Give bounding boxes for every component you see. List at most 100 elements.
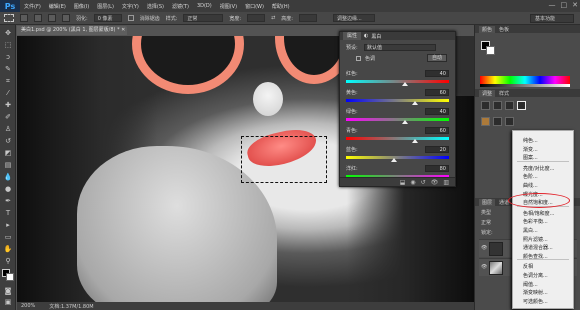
screen-mode-icon[interactable]: ▣ — [3, 298, 13, 307]
menu-item[interactable]: 渐变... — [523, 146, 538, 153]
minimize-button[interactable]: — — [549, 1, 556, 9]
slider-track[interactable] — [346, 99, 449, 102]
menu-view[interactable]: 视图(V) — [216, 3, 241, 10]
reset-icon[interactable]: ↺ — [421, 179, 426, 186]
dodge-tool-icon[interactable]: ● — [3, 185, 13, 194]
brightness-icon[interactable] — [481, 101, 490, 110]
menu-item[interactable]: 色彩平衡... — [523, 218, 548, 225]
marquee-selection[interactable] — [241, 136, 327, 183]
style-select[interactable]: 正常 — [183, 14, 224, 22]
feather-input[interactable]: 0 像素 — [93, 14, 122, 22]
gray-ramp[interactable] — [480, 84, 570, 87]
eraser-tool-icon[interactable]: ◩ — [3, 149, 13, 158]
menu-item[interactable]: 通道混合器... — [523, 244, 553, 251]
tab-swatches[interactable]: 色板 — [499, 26, 509, 33]
menu-item[interactable]: 纯色... — [523, 137, 538, 144]
visibility-icon[interactable]: 👁 — [431, 179, 439, 186]
color-spectrum[interactable] — [480, 76, 570, 84]
slider-thumb[interactable] — [412, 139, 418, 143]
visibility-icon[interactable]: 👁 — [481, 245, 487, 251]
marquee-tool-icon[interactable]: ⬚ — [3, 41, 13, 50]
menu-item[interactable]: 曲线... — [523, 182, 538, 189]
clip-icon[interactable]: ⬓ — [400, 179, 406, 186]
intersect-selection-icon[interactable] — [62, 14, 70, 22]
slider-value-input[interactable]: 80 — [425, 165, 449, 172]
menu-help[interactable]: 帮助(H) — [268, 3, 294, 10]
menu-image[interactable]: 图像(I) — [70, 3, 93, 10]
move-tool-icon[interactable]: ✥ — [3, 29, 13, 38]
slider-value-input[interactable]: 60 — [425, 89, 449, 96]
slider-track[interactable] — [346, 156, 449, 159]
zoom-level[interactable]: 200% — [21, 303, 35, 309]
blur-tool-icon[interactable]: 💧 — [3, 173, 13, 182]
slider-thumb[interactable] — [412, 101, 418, 105]
panel-bg-color[interactable] — [486, 46, 495, 55]
balance-icon[interactable] — [493, 117, 502, 126]
rectangle-tool-icon[interactable]: ▭ — [3, 233, 13, 242]
slider-value-input[interactable]: 20 — [425, 146, 449, 153]
view-previous-icon[interactable]: ◉ — [410, 179, 415, 186]
tab-layers[interactable]: 图层 — [479, 198, 496, 206]
gradient-tool-icon[interactable]: ▤ — [3, 161, 13, 170]
refine-edge-button[interactable]: 调整边缘... — [332, 14, 375, 22]
slider-thumb[interactable] — [391, 158, 398, 162]
menu-edit[interactable]: 编辑(E) — [45, 3, 70, 10]
marquee-tool-icon[interactable] — [4, 14, 14, 22]
eyedropper-tool-icon[interactable]: ⁄ — [3, 89, 13, 98]
menu-file[interactable]: 文件(F) — [20, 3, 45, 10]
healing-brush-tool-icon[interactable]: ✚ — [3, 101, 13, 110]
tab-color[interactable]: 颜色 — [479, 25, 496, 33]
menu-layer[interactable]: 图层(L) — [93, 3, 118, 10]
hue-icon[interactable] — [481, 117, 490, 126]
workspace-select[interactable]: 基本功能 — [530, 14, 574, 23]
slider-track[interactable] — [346, 137, 449, 140]
menu-type[interactable]: 文字(Y) — [118, 3, 143, 10]
maximize-button[interactable]: □ — [561, 1, 568, 9]
menu-item[interactable]: 亮度/对比度... — [523, 165, 554, 172]
close-button[interactable]: ✕ — [572, 1, 578, 9]
add-selection-icon[interactable] — [34, 14, 42, 22]
tint-checkbox[interactable] — [356, 56, 361, 61]
auto-button[interactable]: 自动 — [427, 54, 447, 62]
type-tool-icon[interactable]: T — [3, 209, 13, 218]
kind-filter[interactable]: 类型 — [481, 209, 491, 216]
pen-tool-icon[interactable]: ✒ — [3, 197, 13, 206]
levels-icon[interactable] — [493, 101, 502, 110]
blend-mode-select[interactable]: 正常 — [481, 219, 491, 226]
document-tab[interactable]: 美白1.psd @ 200% (黑白 1, 图层蒙版/8) * ✕ — [17, 26, 127, 35]
crop-tool-icon[interactable]: ⌗ — [3, 77, 13, 86]
visibility-icon[interactable]: 👁 — [481, 264, 487, 270]
history-brush-tool-icon[interactable]: ↺ — [3, 137, 13, 146]
menu-item[interactable]: 阈值... — [523, 281, 538, 288]
height-input[interactable] — [298, 14, 317, 22]
menu-item[interactable]: 渐变映射... — [523, 289, 548, 296]
quick-mask-icon[interactable]: ◙ — [3, 287, 13, 296]
swap-icon[interactable]: ⇄ — [271, 15, 275, 21]
exposure-icon[interactable] — [517, 101, 526, 110]
menu-select[interactable]: 选择(S) — [143, 3, 168, 10]
bw-icon[interactable] — [505, 117, 514, 126]
slider-value-input[interactable]: 60 — [425, 127, 449, 134]
slider-value-input[interactable]: 40 — [425, 108, 449, 115]
menu-item[interactable]: 色阶... — [523, 173, 538, 180]
slider-thumb[interactable] — [401, 82, 408, 86]
antialias-checkbox[interactable] — [127, 15, 134, 21]
preset-select[interactable]: 默认值 — [364, 44, 436, 51]
background-color-swatch[interactable] — [6, 273, 14, 281]
tab-adjustments[interactable]: 调整 — [479, 89, 496, 97]
trash-icon[interactable]: ▥ — [443, 179, 449, 186]
brush-tool-icon[interactable]: ✐ — [3, 113, 13, 122]
tab-properties[interactable]: 属性 — [343, 32, 362, 40]
menu-3d[interactable]: 3D(D) — [193, 3, 216, 9]
path-select-tool-icon[interactable]: ▸ — [3, 221, 13, 230]
lasso-tool-icon[interactable]: ↄ — [3, 53, 13, 62]
hand-tool-icon[interactable]: ✋ — [3, 245, 13, 254]
zoom-tool-icon[interactable]: ⚲ — [3, 257, 13, 266]
slider-value-input[interactable]: 40 — [425, 70, 449, 77]
menu-item[interactable]: 可选颜色... — [523, 298, 548, 305]
tab-styles[interactable]: 样式 — [499, 90, 509, 97]
menu-item[interactable]: 色调分离... — [523, 272, 548, 279]
curves-icon[interactable] — [505, 101, 514, 110]
clone-stamp-tool-icon[interactable]: ♙ — [3, 125, 13, 134]
slider-track[interactable] — [346, 118, 449, 121]
